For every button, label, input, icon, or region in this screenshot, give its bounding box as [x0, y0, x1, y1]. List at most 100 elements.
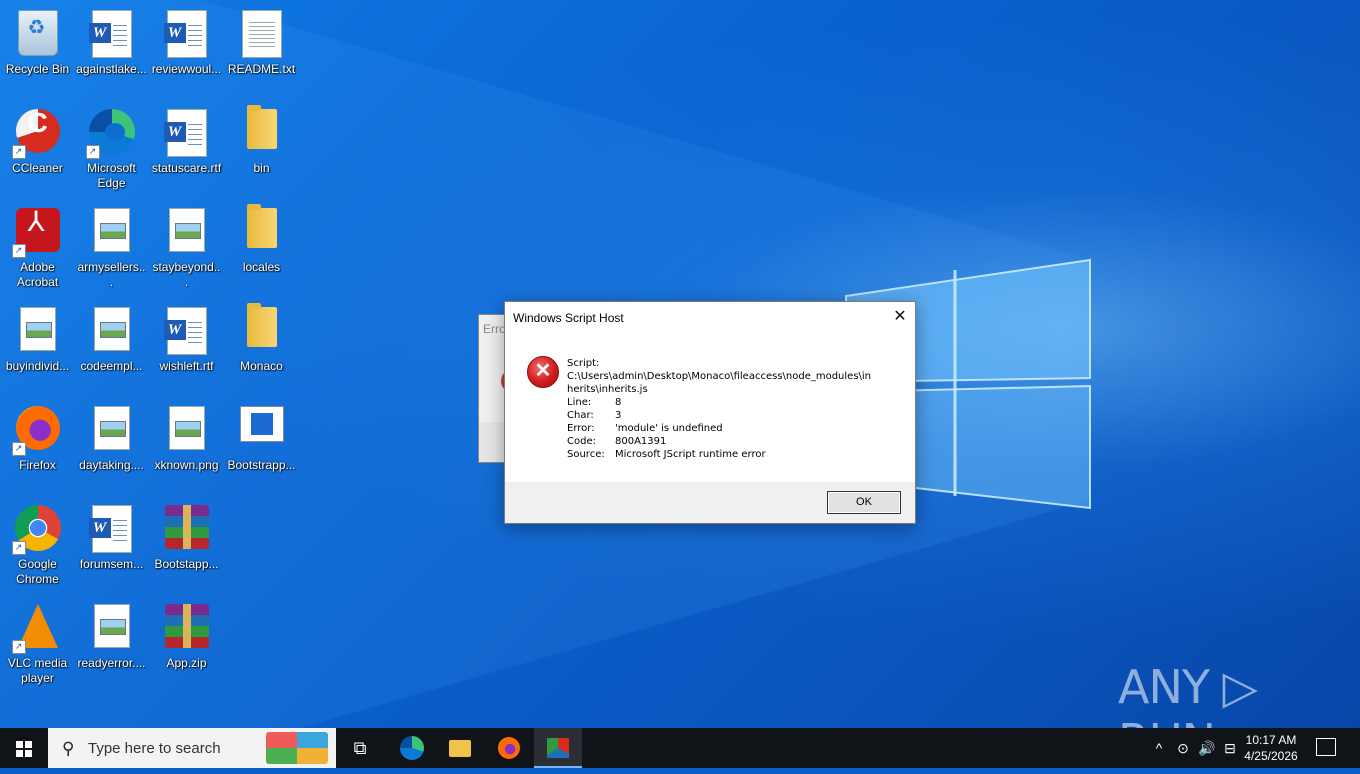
field-value: 3 — [615, 410, 622, 421]
notifications-icon[interactable] — [1316, 738, 1336, 756]
desktop-icon[interactable]: buyindivid... — [0, 301, 75, 374]
desktop-icon[interactable]: README.txt — [224, 4, 299, 77]
firefox-icon — [498, 737, 520, 759]
desktop-icon-label: bin — [253, 161, 270, 175]
field-key: Source: — [567, 449, 605, 460]
desktop-icon-label: wishleft.rtf — [159, 359, 214, 373]
shortcut-arrow-icon: ↗ — [11, 640, 26, 654]
script-error-dialog: Windows Script Host ✕ ✕ Script: C:\Users… — [504, 301, 916, 524]
field-value: Microsoft JScript runtime error — [615, 449, 766, 460]
meet-now-icon[interactable]: ⊙ — [1173, 728, 1193, 768]
taskbar-explorer-button[interactable] — [436, 728, 484, 768]
shortcut-arrow-icon: ↗ — [11, 145, 26, 159]
shortcut-arrow-icon: ↗ — [11, 541, 26, 555]
desktop-icon[interactable]: ↗ Google Chrome — [0, 499, 75, 587]
desktop-icon[interactable]: Monaco — [224, 301, 299, 374]
desktop-icon-label: readyerror.... — [77, 656, 146, 670]
desktop-icon[interactable]: armysellers... — [74, 202, 149, 290]
taskbar-search-box[interactable]: ⚲ Type here to search — [48, 728, 336, 768]
background-window-title: Erro — [483, 322, 506, 336]
img-icon — [88, 604, 136, 652]
field-value: 'module' is undefined — [615, 423, 723, 434]
doc-icon — [238, 10, 286, 58]
anyrun-watermark: ANY ▷ RUN — [1118, 660, 1258, 728]
desktop-icon-label: againstlake... — [76, 62, 147, 76]
desktop: Recycle BinWagainstlake...Wreviewwoul...… — [0, 0, 1360, 728]
search-placeholder: Type here to search — [88, 740, 221, 757]
img-icon — [163, 406, 211, 454]
desktop-icon[interactable]: ↗ Firefox — [0, 400, 75, 473]
img-icon — [14, 307, 62, 355]
desktop-icon[interactable]: daytaking.... — [74, 400, 149, 473]
desktop-icon-label: statuscare.rtf — [151, 161, 222, 175]
shortcut-arrow-icon: ↗ — [85, 145, 100, 159]
taskbar-script-host-button[interactable] — [534, 728, 582, 768]
shortcut-arrow-icon: ↗ — [11, 442, 26, 456]
desktop-icon[interactable]: staybeyond... — [149, 202, 224, 290]
dialog-message: Script: C:\Users\admin\Desktop\Monaco\fi… — [567, 357, 897, 461]
taskbar-clock[interactable]: 10:17 AM 4/25/2026 — [1240, 732, 1302, 764]
desktop-icon[interactable]: Bootstapp... — [149, 499, 224, 572]
close-icon[interactable]: ✕ — [885, 302, 915, 332]
field-key: Error: — [567, 423, 595, 434]
edge-icon — [400, 736, 424, 760]
tray-chevron-icon[interactable]: ^ — [1150, 728, 1168, 768]
taskbar-firefox-button[interactable] — [485, 728, 533, 768]
desktop-icon-label: Monaco — [240, 359, 283, 373]
dialog-footer: OK — [505, 482, 915, 523]
field-key: Char: — [567, 410, 594, 421]
desktop-icon[interactable]: xknown.png — [149, 400, 224, 473]
desktop-icon[interactable]: ↗ CCleaner — [0, 103, 75, 176]
file-explorer-icon — [449, 740, 471, 757]
desktop-icon[interactable]: Wwishleft.rtf — [149, 301, 224, 374]
volume-icon[interactable]: 🔊 — [1196, 728, 1218, 768]
ok-button[interactable]: OK — [827, 491, 901, 514]
desktop-icon[interactable]: Wforumsem... — [74, 499, 149, 572]
shortcut-arrow-icon: ↗ — [11, 244, 26, 258]
desktop-icon[interactable]: ↗ VLC media player — [0, 598, 75, 686]
field-error: Error: 'module' is undefined — [567, 422, 897, 435]
desktop-icon-label: forumsem... — [79, 557, 144, 571]
taskbar: ⚲ Type here to search ⧉ ^ ⊙ 🔊 ⊟ 10:17 AM… — [0, 728, 1360, 768]
acrobat-icon: ↗ — [11, 208, 62, 258]
desktop-icon-label: reviewwoul... — [151, 62, 222, 76]
desktop-icon[interactable]: Recycle Bin — [0, 4, 75, 77]
field-value: 800A1391 — [615, 436, 667, 447]
task-view-button[interactable]: ⧉ — [336, 728, 384, 768]
rar-icon — [163, 505, 211, 553]
desktop-icon-label: staybeyond... — [152, 260, 221, 289]
taskbar-edge-button[interactable] — [388, 728, 436, 768]
script-path-line1: C:\Users\admin\Desktop\Monaco\fileaccess… — [567, 371, 872, 382]
desktop-icon[interactable]: Wagainstlake... — [74, 4, 149, 77]
rar-icon — [163, 604, 211, 652]
desktop-icon[interactable]: bin — [224, 103, 299, 176]
vlc-icon: ↗ — [11, 604, 62, 654]
desktop-icon[interactable]: locales — [224, 202, 299, 275]
img-icon — [88, 406, 136, 454]
folder-icon — [238, 105, 286, 157]
desktop-icon[interactable]: Wstatuscare.rtf — [149, 103, 224, 176]
desktop-icon[interactable]: Bootstrapp... — [224, 400, 299, 473]
desktop-icon-label: README.txt — [227, 62, 296, 76]
desktop-icon-label: Microsoft Edge — [87, 161, 136, 190]
desktop-icon[interactable]: codeempl... — [74, 301, 149, 374]
desktop-icon[interactable]: Wreviewwoul... — [149, 4, 224, 77]
network-icon[interactable]: ⊟ — [1220, 728, 1240, 768]
desktop-icon-label: buyindivid... — [5, 359, 70, 373]
word-icon: W — [163, 10, 211, 58]
task-view-icon: ⧉ — [353, 738, 367, 758]
desktop-icon[interactable]: App.zip — [149, 598, 224, 671]
desktop-icon[interactable]: readyerror.... — [74, 598, 149, 671]
start-button[interactable] — [0, 728, 48, 768]
search-highlight-image — [266, 732, 328, 764]
desktop-icon[interactable]: ↗ Microsoft Edge — [74, 103, 149, 191]
dialog-titlebar[interactable]: Windows Script Host ✕ — [505, 302, 915, 333]
desktop-icon-label: xknown.png — [154, 458, 219, 472]
desktop-icon[interactable]: ↗ Adobe Acrobat — [0, 202, 75, 290]
field-value: 8 — [615, 397, 622, 408]
clock-time: 10:17 AM — [1245, 733, 1297, 747]
field-key: Line: — [567, 397, 592, 408]
script-label: Script: — [567, 358, 600, 369]
word-icon: W — [88, 10, 136, 58]
clock-date: 4/25/2026 — [1244, 749, 1298, 763]
